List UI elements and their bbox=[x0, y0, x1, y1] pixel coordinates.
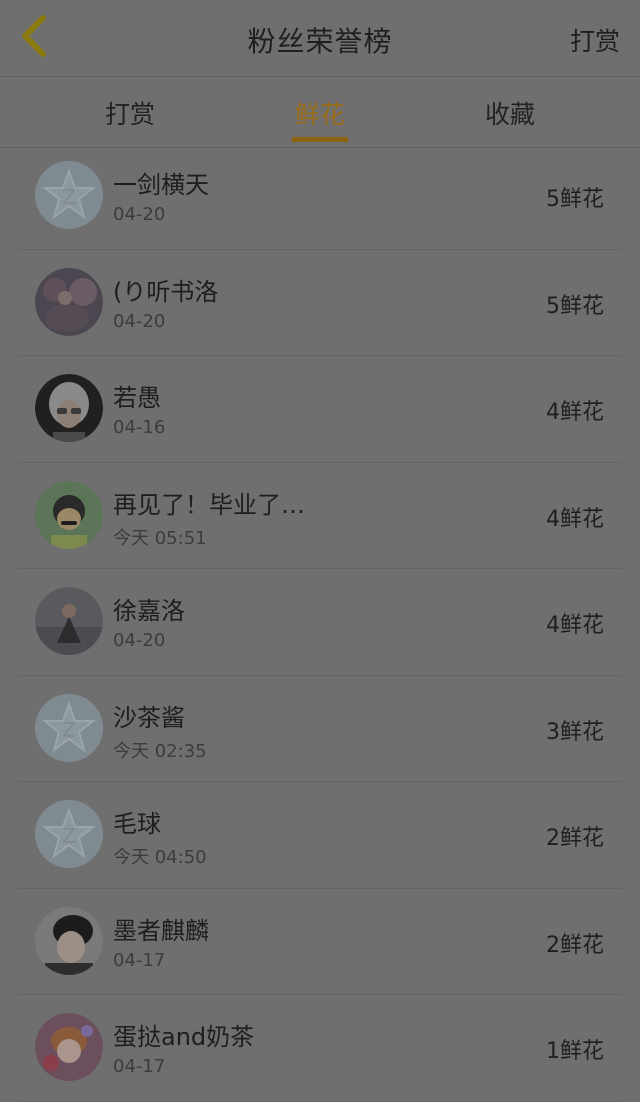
svg-text:Z: Z bbox=[62, 718, 76, 742]
gift-time: 04-16 bbox=[113, 417, 166, 438]
fan-ranking-list: Z 一剑横天 04-20 5鲜花 (り听书洛 04-20 5鲜花 若愚 04-1… bbox=[0, 143, 640, 1102]
fan-name: (り听书洛 bbox=[113, 277, 219, 306]
flower-count: 4鲜花 bbox=[546, 613, 604, 638]
active-tab-indicator bbox=[292, 137, 348, 142]
flower-count: 4鲜花 bbox=[546, 400, 604, 425]
default-star-avatar: Z bbox=[35, 800, 103, 868]
svg-text:Z: Z bbox=[62, 824, 76, 848]
fan-name: 徐嘉洛 bbox=[113, 597, 185, 625]
fan-name: 沙茶酱 bbox=[113, 703, 185, 732]
gift-time: 04-20 bbox=[113, 630, 166, 651]
list-item[interactable]: Z 沙茶酱 今天 02:35 3鲜花 bbox=[18, 676, 622, 782]
flower-count: 5鲜花 bbox=[546, 187, 604, 212]
fan-name: 毛球 bbox=[113, 810, 161, 838]
list-item[interactable]: 若愚 04-16 4鲜花 bbox=[18, 356, 622, 463]
tab-reward[interactable]: 打赏 bbox=[105, 95, 155, 131]
user-photo-avatar bbox=[35, 906, 103, 975]
user-photo-avatar bbox=[35, 374, 103, 442]
flower-count: 3鲜花 bbox=[546, 719, 604, 745]
flower-count: 1鲜花 bbox=[546, 1039, 604, 1064]
list-item[interactable]: Z 一剑横天 04-20 5鲜花 bbox=[18, 143, 622, 250]
user-photo-avatar bbox=[35, 587, 103, 655]
flower-count: 2鲜花 bbox=[546, 826, 604, 851]
gift-time: 04-17 bbox=[113, 1056, 166, 1077]
gift-time: 今天 04:50 bbox=[113, 847, 207, 868]
user-photo-avatar bbox=[35, 480, 103, 549]
user-photo-avatar bbox=[35, 1013, 103, 1081]
flower-count: 4鲜花 bbox=[546, 506, 604, 532]
page-title: 粉丝荣誉榜 bbox=[247, 25, 393, 58]
list-item[interactable]: 墨者麒麟 04-17 2鲜花 bbox=[18, 889, 622, 995]
svg-text:Z: Z bbox=[62, 185, 76, 209]
fan-name: 墨者麒麟 bbox=[113, 916, 209, 945]
default-star-avatar: Z bbox=[35, 161, 103, 229]
tab-flowers[interactable]: 鲜花 bbox=[295, 95, 345, 131]
list-item[interactable]: Z 毛球 今天 04:50 2鲜花 bbox=[18, 782, 622, 889]
tab-bar: 打赏 鲜花 收藏 bbox=[0, 77, 640, 148]
flower-count: 2鲜花 bbox=[546, 932, 604, 958]
fan-name: 再见了！毕业了… bbox=[113, 490, 305, 519]
fan-name: 蛋挞and奶茶 bbox=[113, 1023, 255, 1051]
gift-time: 04-20 bbox=[113, 310, 166, 332]
fan-name: 若愚 bbox=[113, 384, 161, 412]
list-item[interactable]: 蛋挞and奶茶 04-17 1鲜花 bbox=[18, 995, 622, 1102]
list-item[interactable]: 徐嘉洛 04-20 4鲜花 bbox=[18, 569, 622, 676]
gift-time: 今天 02:35 bbox=[113, 740, 207, 762]
user-photo-avatar bbox=[35, 267, 103, 336]
list-item[interactable]: (り听书洛 04-20 5鲜花 bbox=[18, 250, 622, 356]
tab-favorites[interactable]: 收藏 bbox=[485, 95, 535, 131]
gift-time: 04-20 bbox=[113, 204, 166, 225]
fan-name: 一剑横天 bbox=[113, 171, 209, 199]
gift-time: 04-17 bbox=[113, 949, 166, 971]
gift-time: 今天 05:51 bbox=[113, 527, 207, 549]
flower-count: 5鲜花 bbox=[546, 293, 604, 319]
default-star-avatar: Z bbox=[35, 693, 103, 762]
list-item[interactable]: 再见了！毕业了… 今天 05:51 4鲜花 bbox=[18, 463, 622, 569]
reward-button[interactable]: 打赏 bbox=[570, 22, 620, 58]
top-bar: 粉丝荣誉榜 打赏 bbox=[0, 0, 640, 77]
